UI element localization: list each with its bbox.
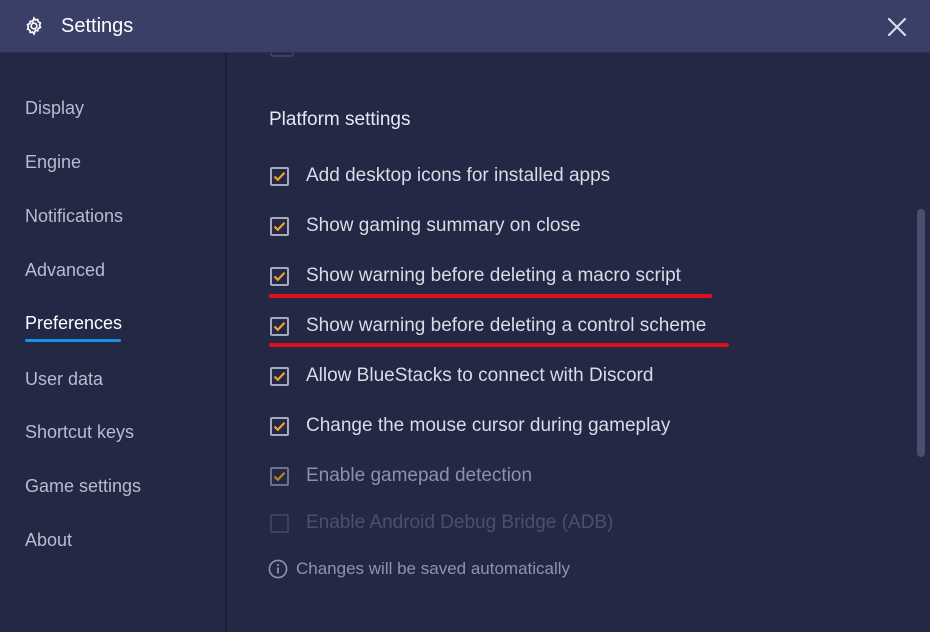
sidebar-item-game-settings[interactable]: Game settings	[25, 476, 141, 497]
section-title: Platform settings	[269, 109, 411, 130]
checkbox[interactable]	[270, 417, 289, 436]
red-highlight-underline	[269, 294, 712, 298]
option-label: Show gaming summary on close	[306, 215, 581, 236]
option-label: Change the mouse cursor during gameplay	[306, 415, 671, 436]
option-warn-macro-delete[interactable]: Show warning before deleting a macro scr…	[270, 265, 870, 293]
option-discord[interactable]: Allow BlueStacks to connect with Discord	[270, 365, 870, 393]
option-label: Show warning before deleting a macro scr…	[306, 265, 681, 286]
option-desktop-icons[interactable]: Add desktop icons for installed apps	[270, 165, 870, 193]
window-title: Settings	[61, 15, 134, 37]
title-bar: Settings	[0, 0, 930, 53]
checkmark-icon	[273, 372, 286, 382]
option-label: Enable Android Debug Bridge (ADB)	[306, 512, 614, 533]
checkmark-icon	[273, 472, 286, 482]
sidebar-item-user-data[interactable]: User data	[25, 369, 103, 390]
checkbox[interactable]	[270, 367, 289, 386]
settings-sidebar: Display Engine Notifications Advanced Pr…	[0, 53, 227, 632]
gear-icon	[26, 16, 42, 36]
checkbox[interactable]	[270, 514, 289, 533]
option-gamepad-detection[interactable]: Enable gamepad detection	[270, 465, 870, 493]
sidebar-item-display[interactable]: Display	[25, 98, 84, 119]
checkbox[interactable]	[270, 467, 289, 486]
checkmark-icon	[273, 272, 286, 282]
checkbox[interactable]	[270, 167, 289, 186]
red-highlight-underline	[269, 343, 729, 347]
info-icon	[268, 559, 288, 579]
option-label: Show warning before deleting a control s…	[306, 315, 707, 336]
checkbox[interactable]	[270, 317, 289, 336]
checkmark-icon	[273, 172, 286, 182]
sidebar-item-label: Preferences	[25, 313, 123, 333]
sidebar-item-preferences[interactable]: Preferences	[25, 313, 123, 342]
sidebar-item-shortcut-keys[interactable]: Shortcut keys	[25, 422, 134, 443]
option-label: Allow BlueStacks to connect with Discord	[306, 365, 654, 386]
checkbox[interactable]	[270, 267, 289, 286]
scrolled-out-option	[270, 53, 590, 57]
option-label: Add desktop icons for installed apps	[306, 165, 611, 186]
sidebar-item-advanced[interactable]: Advanced	[25, 260, 105, 281]
checkbox[interactable]	[270, 217, 289, 236]
sidebar-item-engine[interactable]: Engine	[25, 152, 81, 173]
sidebar-item-notifications[interactable]: Notifications	[25, 206, 123, 227]
close-icon[interactable]	[888, 18, 906, 36]
option-gaming-summary[interactable]: Show gaming summary on close	[270, 215, 870, 243]
option-label: Enable gamepad detection	[306, 465, 533, 486]
checkmark-icon	[273, 422, 286, 432]
option-warn-scheme-delete[interactable]: Show warning before deleting a control s…	[270, 315, 870, 343]
footer-text: Changes will be saved automatically	[296, 559, 571, 578]
option-mouse-cursor[interactable]: Change the mouse cursor during gameplay	[270, 415, 870, 443]
active-tab-underline	[25, 339, 121, 342]
sidebar-item-about[interactable]: About	[25, 530, 72, 551]
settings-content: Platform settings Add desktop icons for …	[227, 53, 930, 632]
checkmark-icon	[273, 322, 286, 332]
option-adb[interactable]: Enable Android Debug Bridge (ADB)	[270, 512, 870, 540]
scrollbar-thumb[interactable]	[917, 209, 925, 457]
checkmark-icon	[273, 222, 286, 232]
